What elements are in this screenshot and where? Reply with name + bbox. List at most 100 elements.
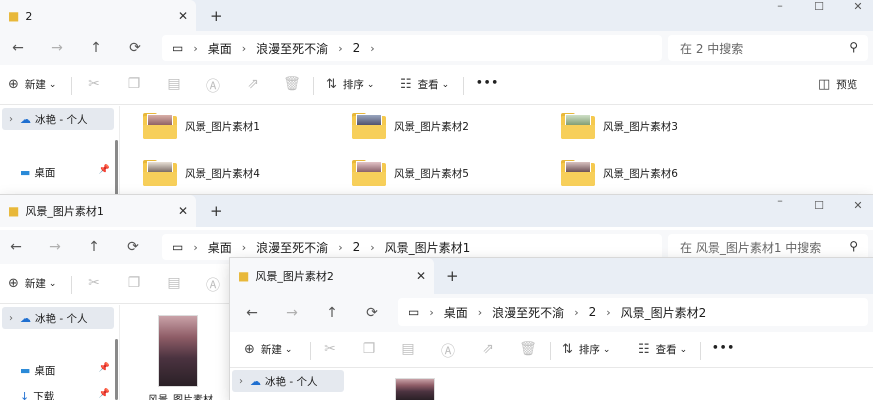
minimize-button[interactable]: – bbox=[770, 0, 790, 12]
folder-item[interactable]: 风景_图片素材5 bbox=[352, 160, 469, 186]
new-button[interactable]: ⊕ 新建 ⌄ bbox=[244, 342, 292, 357]
folder-name: 风景_图片素材5 bbox=[394, 167, 469, 180]
breadcrumb-item[interactable]: 2 bbox=[353, 41, 361, 55]
back-button[interactable]: ← bbox=[8, 40, 28, 56]
refresh-button[interactable]: ⟳ bbox=[125, 40, 145, 56]
scrollbar[interactable] bbox=[115, 339, 118, 400]
rename-icon[interactable]: Ⓐ bbox=[203, 275, 223, 295]
sidebar-item-onedrive[interactable]: › ☁ 冰艳 - 个人 bbox=[232, 370, 344, 392]
refresh-button[interactable]: ⟳ bbox=[123, 239, 143, 255]
maximize-button[interactable]: ☐ bbox=[809, 199, 829, 212]
command-bar: ⊕ 新建 ⌄ ✂ ❐ ▤ Ⓐ ⇗ 🗑 ⇅ 排序 ⌄ ☷ 查看 ⌄ ••• bbox=[230, 332, 873, 368]
chevron-right-icon[interactable]: › bbox=[2, 313, 20, 324]
delete-icon[interactable]: 🗑 bbox=[282, 76, 302, 92]
sidebar-item-onedrive[interactable]: › ☁ 冰艳 - 个人 bbox=[2, 307, 114, 329]
image-thumbnail[interactable] bbox=[395, 378, 435, 400]
breadcrumb-item[interactable]: 桌面 bbox=[444, 304, 468, 321]
search-placeholder: 在 2 中搜索 bbox=[680, 41, 744, 56]
cut-icon[interactable]: ✂ bbox=[84, 275, 104, 291]
sort-button[interactable]: ⇅ 排序 ⌄ bbox=[562, 342, 610, 357]
search-input[interactable]: 在 风景_图片素材1 中搜索 ⚲ bbox=[668, 234, 868, 260]
folder-item[interactable]: 风景_图片素材2 bbox=[352, 113, 469, 139]
back-button[interactable]: ← bbox=[242, 305, 262, 321]
new-button[interactable]: ⊕ 新建 ⌄ bbox=[8, 276, 56, 291]
forward-button[interactable]: → bbox=[45, 239, 65, 255]
close-window-button[interactable]: ✕ bbox=[848, 0, 868, 13]
share-icon[interactable]: ⇗ bbox=[243, 76, 263, 92]
sidebar-item-downloads[interactable]: ↓ 下载 📌 bbox=[2, 385, 114, 400]
tab-close-icon[interactable]: ✕ bbox=[178, 9, 188, 23]
breadcrumb-item[interactable]: 桌面 bbox=[208, 40, 232, 57]
chevron-right-icon: › bbox=[429, 305, 434, 319]
breadcrumb-item[interactable]: 2 bbox=[353, 240, 361, 254]
new-tab-button[interactable]: + bbox=[210, 202, 223, 220]
more-options-button[interactable]: ••• bbox=[476, 77, 499, 89]
sidebar-item-onedrive[interactable]: › ☁ 冰艳 - 个人 bbox=[2, 108, 114, 130]
sidebar-item-desktop[interactable]: ▬ 桌面 📌 bbox=[2, 359, 114, 381]
paste-icon[interactable]: ▤ bbox=[164, 76, 184, 92]
search-input[interactable]: 在 2 中搜索 ⚲ bbox=[668, 35, 868, 61]
refresh-button[interactable]: ⟳ bbox=[362, 305, 382, 321]
delete-icon[interactable]: 🗑 bbox=[518, 341, 538, 357]
tab-title: 2 bbox=[25, 9, 33, 23]
up-button[interactable]: ↑ bbox=[322, 305, 342, 321]
cut-icon[interactable]: ✂ bbox=[84, 76, 104, 92]
cloud-icon: ☁ bbox=[250, 374, 261, 388]
new-tab-button[interactable]: + bbox=[446, 267, 459, 285]
view-button[interactable]: ☷ 查看 ⌄ bbox=[638, 342, 687, 357]
sidebar-item-label: 桌面 bbox=[34, 166, 56, 179]
cut-icon[interactable]: ✂ bbox=[320, 341, 340, 357]
paste-icon[interactable]: ▤ bbox=[164, 275, 184, 291]
breadcrumb-item[interactable]: 2 bbox=[589, 305, 597, 319]
folder-item[interactable]: 风景_图片素材6 bbox=[561, 160, 678, 186]
forward-button[interactable]: → bbox=[47, 40, 67, 56]
new-button[interactable]: ⊕ 新建 ⌄ bbox=[8, 77, 56, 92]
breadcrumb-item[interactable]: 浪漫至死不渝 bbox=[492, 304, 564, 321]
maximize-button[interactable]: ☐ bbox=[809, 0, 829, 13]
address-bar[interactable]: ▭ › 桌面 › 浪漫至死不渝 › 2 › 风景_图片素材2 bbox=[398, 298, 868, 326]
rename-icon[interactable]: Ⓐ bbox=[203, 76, 223, 96]
breadcrumb-item[interactable]: 浪漫至死不渝 bbox=[256, 239, 328, 256]
folder-item[interactable]: 风景_图片素材4 bbox=[143, 160, 260, 186]
sidebar-item-desktop[interactable]: ▬ 桌面 📌 bbox=[2, 161, 114, 183]
close-window-button[interactable]: ✕ bbox=[848, 199, 868, 212]
tab-close-icon[interactable]: ✕ bbox=[416, 269, 426, 283]
breadcrumb-item[interactable]: 风景_图片素材1 bbox=[385, 239, 471, 256]
address-bar[interactable]: ▭ › 桌面 › 浪漫至死不渝 › 2 › bbox=[162, 35, 662, 61]
copy-icon[interactable]: ❐ bbox=[359, 341, 379, 357]
scrollbar[interactable] bbox=[115, 140, 118, 200]
forward-button[interactable]: → bbox=[282, 305, 302, 321]
new-tab-button[interactable]: + bbox=[210, 7, 223, 25]
copy-icon[interactable]: ❐ bbox=[124, 76, 144, 92]
title-bar: ■ 风景_图片素材1 ✕ + – ☐ ✕ bbox=[0, 195, 873, 227]
sort-button[interactable]: ⇅ 排序 ⌄ bbox=[326, 77, 374, 92]
copy-icon[interactable]: ❐ bbox=[124, 275, 144, 291]
breadcrumb-item[interactable]: 浪漫至死不渝 bbox=[256, 40, 328, 57]
folder-item[interactable]: 风景_图片素材1 bbox=[143, 113, 260, 139]
preview-pane-button[interactable]: ◫ 预览 bbox=[818, 77, 857, 92]
breadcrumb-item[interactable]: 风景_图片素材2 bbox=[621, 304, 707, 321]
minimize-button[interactable]: – bbox=[770, 195, 790, 207]
monitor-icon: ▭ bbox=[172, 41, 184, 55]
paste-icon[interactable]: ▤ bbox=[398, 341, 418, 357]
tab-2[interactable]: ■ 2 ✕ bbox=[0, 0, 196, 32]
tab-scenery-2[interactable]: ■ 风景_图片素材2 ✕ bbox=[230, 258, 434, 294]
share-icon[interactable]: ⇗ bbox=[478, 341, 498, 357]
up-button[interactable]: ↑ bbox=[84, 239, 104, 255]
back-button[interactable]: ← bbox=[6, 239, 26, 255]
chevron-right-icon[interactable]: › bbox=[2, 114, 20, 125]
rename-icon[interactable]: Ⓐ bbox=[438, 341, 458, 361]
folder-icon bbox=[143, 113, 177, 139]
image-thumbnail[interactable] bbox=[158, 315, 198, 387]
chevron-right-icon[interactable]: › bbox=[232, 376, 250, 387]
up-button[interactable]: ↑ bbox=[86, 40, 106, 56]
more-options-button[interactable]: ••• bbox=[712, 342, 735, 354]
tab-scenery-1[interactable]: ■ 风景_图片素材1 ✕ bbox=[0, 195, 196, 227]
search-icon: ⚲ bbox=[849, 239, 858, 253]
tab-title: 风景_图片素材2 bbox=[255, 270, 334, 283]
view-button[interactable]: ☷ 查看 ⌄ bbox=[400, 77, 449, 92]
breadcrumb-item[interactable]: 桌面 bbox=[208, 239, 232, 256]
tab-close-icon[interactable]: ✕ bbox=[178, 204, 188, 218]
address-bar[interactable]: ▭ › 桌面 › 浪漫至死不渝 › 2 › 风景_图片素材1 bbox=[162, 234, 662, 260]
folder-item[interactable]: 风景_图片素材3 bbox=[561, 113, 678, 139]
